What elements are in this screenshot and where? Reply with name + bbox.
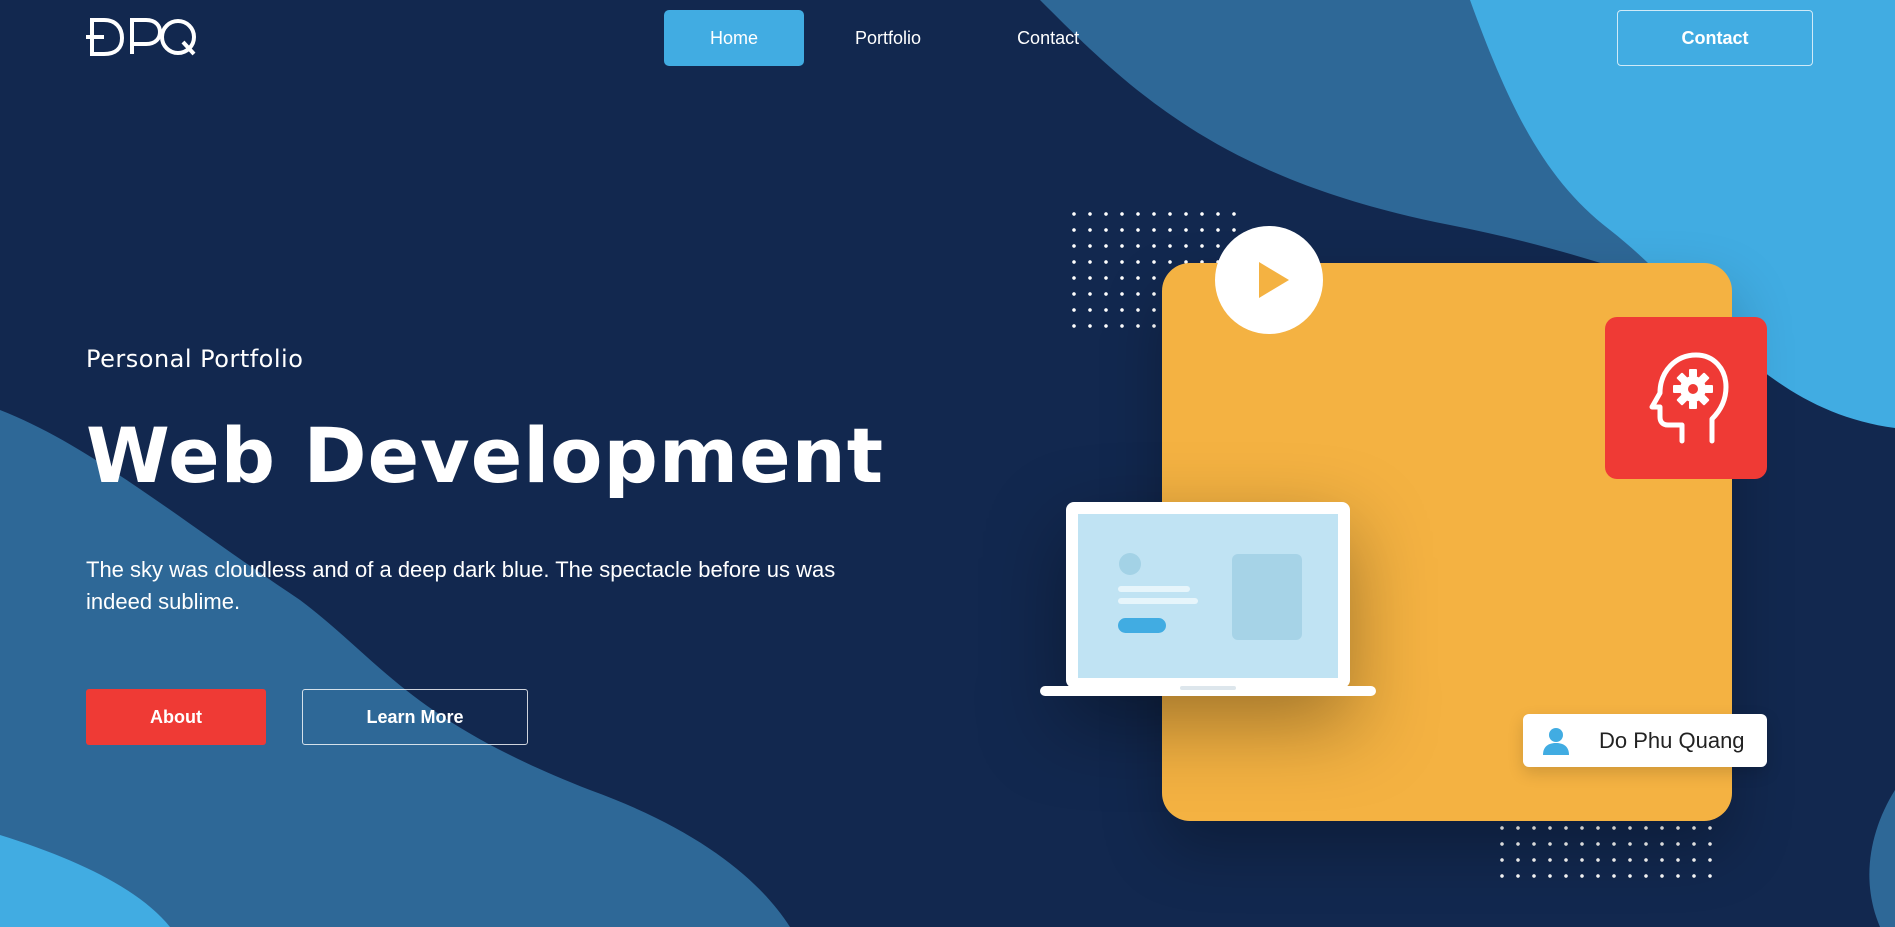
hero-eyebrow: Personal Portfolio xyxy=(86,345,304,373)
learn-more-button[interactable]: Learn More xyxy=(302,689,528,745)
about-button[interactable]: About xyxy=(86,689,266,745)
profile-name: Do Phu Quang xyxy=(1599,728,1745,753)
header-contact-button[interactable]: Contact xyxy=(1617,10,1813,66)
brand-logo[interactable] xyxy=(86,14,196,58)
main-nav: Home Portfolio Contact xyxy=(664,10,1130,66)
brain-gear-icon xyxy=(1649,352,1729,444)
play-button[interactable] xyxy=(1215,226,1323,334)
laptop-illustration xyxy=(1040,502,1376,702)
play-icon xyxy=(1259,262,1289,298)
profile-name-card: Do Phu Quang xyxy=(1523,714,1767,767)
nav-item-home[interactable]: Home xyxy=(664,10,805,66)
nav-item-portfolio[interactable]: Portfolio xyxy=(810,10,966,66)
nav-item-contact[interactable]: Contact xyxy=(972,10,1124,66)
user-icon xyxy=(1543,728,1569,755)
skill-card xyxy=(1605,317,1767,479)
dot-pattern-bottom xyxy=(1494,820,1712,878)
hero-title: Web Development xyxy=(86,411,885,500)
hero-description: The sky was cloudless and of a deep dark… xyxy=(86,557,836,614)
